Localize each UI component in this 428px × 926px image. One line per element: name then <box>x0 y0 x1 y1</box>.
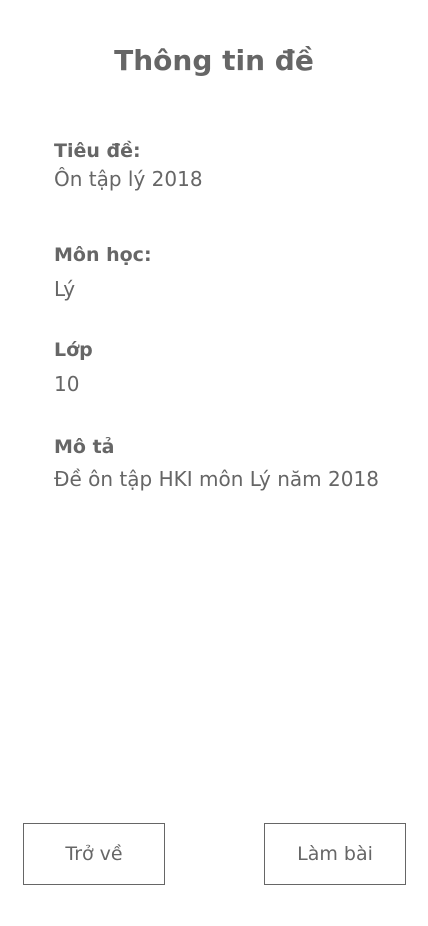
description-field: Mô tả Đề ôn tập HKI môn Lý năm 2018 <box>54 435 408 493</box>
exam-title-label: Tiêu đề: <box>54 140 141 162</box>
subject-value: Lý <box>54 277 76 301</box>
subject-label: Môn học: <box>54 244 152 266</box>
start-exam-button[interactable]: Làm bài <box>264 823 406 885</box>
description-value: Đề ôn tập HKI môn Lý năm 2018 <box>54 467 379 491</box>
page-title: Thông tin đề <box>114 44 314 77</box>
subject-field: Môn học: Lý <box>54 243 408 303</box>
grade-field: Lớp 10 <box>54 338 408 398</box>
exam-title-value: Ôn tập lý 2018 <box>54 167 203 191</box>
grade-label: Lớp <box>54 339 93 361</box>
grade-value: 10 <box>54 372 80 396</box>
exam-title-field: Tiêu đề: Ôn tập lý 2018 <box>54 139 408 193</box>
back-button[interactable]: Trở về <box>23 823 165 885</box>
description-label: Mô tả <box>54 436 115 458</box>
